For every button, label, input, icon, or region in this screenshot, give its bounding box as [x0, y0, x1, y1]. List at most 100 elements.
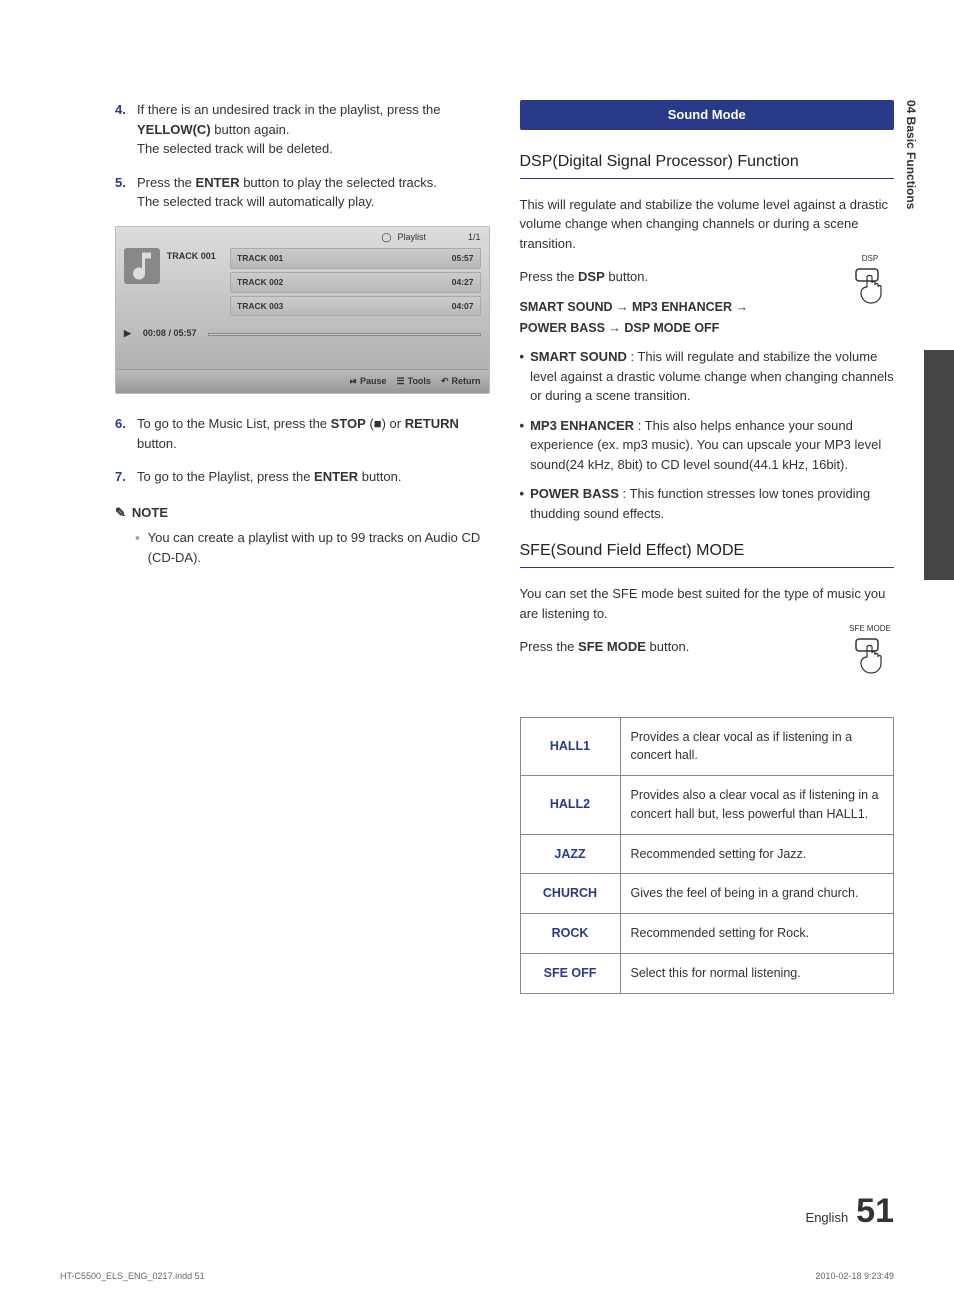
text: The selected track will be deleted.: [137, 141, 333, 156]
bold-text: STOP: [331, 416, 366, 431]
bullet-name: POWER BASS: [530, 486, 619, 501]
sfe-name: HALL2: [520, 776, 620, 835]
dsp-button-label: DSP: [846, 253, 894, 265]
ss-track-list: TRACK 001 05:57 TRACK 002 04:27 TRACK 003 0…: [230, 248, 481, 319]
progress-bar: [208, 333, 480, 336]
ss-return-hint: ↶Return: [441, 375, 481, 389]
steps-list-2: 6. To go to the Music List, press the ST…: [115, 414, 490, 487]
ss-now-playing: TRACK 001: [124, 248, 224, 319]
press-sfe: Press the SFE MODE button.: [520, 637, 895, 657]
track-duration: 04:07: [452, 300, 474, 313]
note-heading: ✎ NOTE: [115, 503, 490, 523]
text: To go to the Playlist, press the: [137, 469, 314, 484]
bullet-power-bass: POWER BASS : This function stresses low …: [520, 484, 895, 523]
heading-sfe: SFE(Sound Field Effect) MODE: [520, 539, 895, 568]
ss-track-row: TRACK 002 04:27: [230, 272, 481, 293]
ss-tools-hint: ☰Tools: [397, 375, 431, 389]
step-5: 5. Press the ENTER button to play the se…: [115, 173, 490, 212]
print-info: HT-C5500_ELS_ENG_0217.indd 51 2010-02-18…: [60, 1270, 894, 1284]
bullet-name: SMART SOUND: [530, 349, 627, 364]
step-number: 6.: [115, 414, 137, 453]
sfe-desc: Gives the feel of being in a grand churc…: [620, 874, 894, 914]
track-duration: 04:27: [452, 276, 474, 289]
sfe-button-label: SFE MODE: [846, 623, 894, 635]
hand-press-icon: [846, 637, 894, 681]
bullet-name: MP3 ENHANCER: [530, 418, 638, 433]
step-body: To go to the Playlist, press the ENTER b…: [137, 467, 490, 487]
ss-track-row: TRACK 001 05:57: [230, 248, 481, 269]
ss-pause-hint: ⏯Pause: [350, 375, 387, 389]
text: To go to the Music List, press the: [137, 416, 331, 431]
ss-now-title: TRACK 001: [167, 248, 216, 264]
bold-text: SFE MODE: [578, 639, 646, 654]
bold-text: ENTER: [314, 469, 358, 484]
ss-header: ◯ Playlist 1/1: [116, 227, 489, 249]
text: button again.: [211, 122, 290, 137]
hand-press-icon: [846, 267, 894, 311]
sfe-desc: Provides a clear vocal as if listening i…: [620, 717, 894, 776]
note-label: NOTE: [132, 503, 168, 523]
text: button to play the selected tracks.: [240, 175, 437, 190]
track-name: TRACK 001: [237, 252, 283, 265]
ss-body: TRACK 001 TRACK 001 05:57 TRACK 002 04:27 …: [116, 248, 489, 319]
sfe-name: SFE OFF: [520, 953, 620, 993]
table-row: ROCKRecommended setting for Rock.: [520, 914, 894, 954]
play-icon: ▶: [124, 327, 131, 341]
text: button.: [358, 469, 401, 484]
mode-item: POWER BASS: [520, 321, 605, 335]
sfe-table: HALL1Provides a clear vocal as if listen…: [520, 717, 895, 994]
sfe-button-illustration: SFE MODE: [846, 623, 894, 687]
pencil-icon: ✎: [115, 503, 126, 523]
text: button.: [137, 436, 177, 451]
step-number: 4.: [115, 100, 137, 159]
dsp-bullet-list: SMART SOUND : This will regulate and sta…: [520, 347, 895, 523]
section-bar-sound-mode: Sound Mode: [520, 100, 895, 130]
step-number: 5.: [115, 173, 137, 212]
step-body: To go to the Music List, press the STOP …: [137, 414, 490, 453]
bold-text: RETURN: [405, 416, 459, 431]
table-row: HALL2Provides also a clear vocal as if l…: [520, 776, 894, 835]
table-row: CHURCHGives the feel of being in a grand…: [520, 874, 894, 914]
text: Press the: [520, 269, 579, 284]
print-time: 2010-02-18 9:23:49: [815, 1270, 894, 1284]
mode-item: DSP MODE OFF: [624, 321, 719, 335]
text: The selected track will automatically pl…: [137, 194, 374, 209]
track-name: TRACK 003: [237, 300, 283, 313]
bullet-smart-sound: SMART SOUND : This will regulate and sta…: [520, 347, 895, 406]
footer-language: English: [806, 1208, 849, 1228]
ss-playlist-icon: ◯: [381, 231, 391, 245]
footer-page-number: 51: [856, 1186, 894, 1237]
bold-text: YELLOW(C): [137, 122, 211, 137]
sfe-name: CHURCH: [520, 874, 620, 914]
dsp-mode-sequence: SMART SOUND → MP3 ENHANCER → POWER BASS …: [520, 297, 895, 340]
step-6: 6. To go to the Music List, press the ST…: [115, 414, 490, 453]
track-name: TRACK 002: [237, 276, 283, 289]
ss-playbar: ▶ 00:08 / 05:57: [116, 319, 489, 349]
ss-page-indicator: 1/1: [468, 231, 481, 245]
heading-dsp: DSP(Digital Signal Processor) Function: [520, 150, 895, 179]
sfe-name: HALL1: [520, 717, 620, 776]
side-block: [924, 350, 954, 580]
text: (■) or: [366, 416, 405, 431]
ss-footer: ⏯Pause ☰Tools ↶Return: [116, 369, 489, 394]
text: button.: [605, 269, 648, 284]
play-time: 00:08 / 05:57: [143, 327, 197, 341]
steps-list-1: 4. If there is an undesired track in the…: [115, 100, 490, 212]
press-dsp: Press the DSP button.: [520, 267, 895, 287]
note-text: You can create a playlist with up to 99 …: [148, 528, 490, 567]
table-row: JAZZRecommended setting for Jazz.: [520, 834, 894, 874]
text: Press the: [520, 639, 579, 654]
track-duration: 05:57: [452, 252, 474, 265]
bold-text: DSP: [578, 269, 605, 284]
sfe-desc: Recommended setting for Jazz.: [620, 834, 894, 874]
sfe-desc: Provides also a clear vocal as if listen…: [620, 776, 894, 835]
dsp-intro: This will regulate and stabilize the vol…: [520, 195, 895, 254]
step-number: 7.: [115, 467, 137, 487]
mode-item: MP3 ENHANCER: [632, 300, 732, 314]
ss-track-row: TRACK 003 04:07: [230, 296, 481, 317]
text: If there is an undesired track in the pl…: [137, 102, 441, 117]
step-4: 4. If there is an undesired track in the…: [115, 100, 490, 159]
print-file: HT-C5500_ELS_ENG_0217.indd 51: [60, 1270, 205, 1284]
ss-playlist-label: Playlist: [397, 231, 426, 245]
step-body: Press the ENTER button to play the selec…: [137, 173, 490, 212]
